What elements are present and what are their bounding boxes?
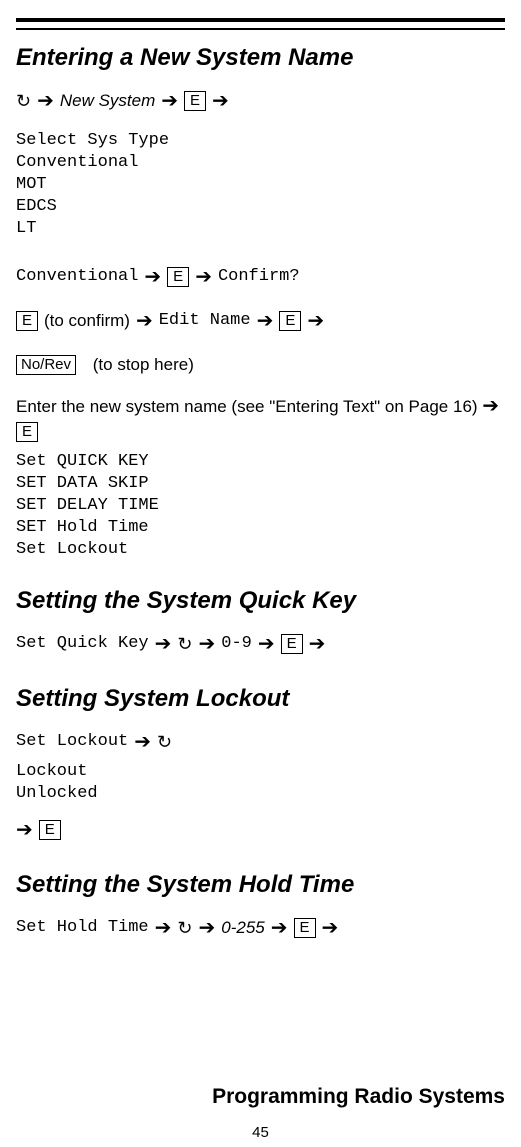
- lockout-options-list: Lockout Unlocked: [16, 761, 505, 805]
- set-option-item: SET DATA SKIP: [16, 473, 505, 495]
- page-number: 45: [0, 1124, 521, 1141]
- arrow-icon: ➔: [155, 629, 172, 659]
- heading-entering-new-system: Entering a New System Name: [16, 44, 505, 72]
- scroll-icon: ↻: [177, 919, 192, 937]
- label-to-confirm: (to confirm): [44, 306, 130, 336]
- label-confirm: Confirm?: [218, 266, 300, 288]
- set-option-item: Set QUICK KEY: [16, 451, 505, 473]
- flow-lockout-end: ➔ E: [16, 815, 505, 845]
- arrow-icon: ➔: [198, 913, 215, 943]
- label-edit-name: Edit Name: [159, 310, 251, 332]
- arrow-icon: ➔: [134, 727, 151, 757]
- arrow-icon: ➔: [144, 262, 161, 292]
- label-new-system: New System: [60, 86, 155, 116]
- arrow-icon: ➔: [195, 262, 212, 292]
- label-range-0-9: 0-9: [221, 633, 252, 655]
- arrow-icon: ➔: [271, 913, 288, 943]
- label-range-0-255: 0-255: [221, 913, 264, 943]
- key-e: E: [279, 311, 301, 331]
- key-e: E: [16, 311, 38, 331]
- scroll-icon: ↻: [177, 635, 192, 653]
- set-option-item: Set Lockout: [16, 539, 505, 561]
- key-e: E: [16, 422, 38, 442]
- sys-type-item: MOT: [16, 174, 505, 196]
- set-option-item: SET Hold Time: [16, 517, 505, 539]
- arrow-icon: ➔: [309, 629, 326, 659]
- flow-new-system: ↻ ➔ New System ➔ E ➔: [16, 86, 505, 116]
- arrow-icon: ➔: [212, 86, 229, 116]
- arrow-icon: ➔: [307, 306, 324, 336]
- arrow-icon: ➔: [257, 306, 274, 336]
- arrow-icon: ➔: [155, 913, 172, 943]
- flow-conventional-confirm: Conventional ➔ E ➔ Confirm?: [16, 262, 505, 292]
- arrow-icon: ➔: [198, 629, 215, 659]
- key-e: E: [294, 918, 316, 938]
- top-rule-thick: [16, 18, 505, 22]
- label-set-hold-time: Set Hold Time: [16, 917, 149, 939]
- label-set-quick-key: Set Quick Key: [16, 633, 149, 655]
- arrow-icon: ➔: [136, 306, 153, 336]
- flow-set-lockout: Set Lockout ➔ ↻: [16, 727, 505, 757]
- flow-confirm-edit-name: E (to confirm) ➔ Edit Name ➔ E ➔: [16, 306, 505, 336]
- sys-type-item: Conventional: [16, 152, 505, 174]
- arrow-icon: ➔: [37, 86, 54, 116]
- label-to-stop: (to stop here): [93, 350, 194, 380]
- scroll-icon: ↻: [16, 92, 31, 110]
- heading-quick-key: Setting the System Quick Key: [16, 587, 505, 615]
- top-rule-thin: [16, 28, 505, 30]
- scroll-icon: ↻: [157, 733, 172, 751]
- footer-title: Programming Radio Systems: [16, 1085, 505, 1109]
- arrow-icon: ➔: [482, 394, 499, 418]
- key-e: E: [167, 267, 189, 287]
- sys-type-item: EDCS: [16, 196, 505, 218]
- flow-quick-key: Set Quick Key ➔ ↻ ➔ 0-9 ➔ E ➔: [16, 629, 505, 659]
- sys-type-item: LT: [16, 218, 505, 240]
- sys-type-header: Select Sys Type: [16, 130, 505, 152]
- enter-name-instruction: Enter the new system name (see "Entering…: [16, 394, 505, 443]
- set-option-item: SET DELAY TIME: [16, 495, 505, 517]
- arrow-icon: ➔: [258, 629, 275, 659]
- arrow-icon: ➔: [322, 913, 339, 943]
- heading-hold-time: Setting the System Hold Time: [16, 871, 505, 899]
- enter-name-text: Enter the new system name (see "Entering…: [16, 397, 478, 416]
- heading-system-lockout: Setting System Lockout: [16, 685, 505, 713]
- label-conventional: Conventional: [16, 266, 138, 288]
- arrow-icon: ➔: [161, 86, 178, 116]
- key-no-rev: No/Rev: [16, 355, 76, 375]
- key-e: E: [281, 634, 303, 654]
- label-set-lockout: Set Lockout: [16, 731, 128, 753]
- lockout-option-item: Lockout: [16, 761, 505, 783]
- lockout-option-item: Unlocked: [16, 783, 505, 805]
- set-options-list: Set QUICK KEY SET DATA SKIP SET DELAY TI…: [16, 451, 505, 561]
- sys-type-list: Select Sys Type Conventional MOT EDCS LT: [16, 130, 505, 240]
- arrow-icon: ➔: [16, 815, 33, 845]
- flow-norev-stop: No/Rev (to stop here): [16, 350, 505, 380]
- key-e: E: [184, 91, 206, 111]
- flow-hold-time: Set Hold Time ➔ ↻ ➔ 0-255 ➔ E ➔: [16, 913, 505, 943]
- key-e: E: [39, 820, 61, 840]
